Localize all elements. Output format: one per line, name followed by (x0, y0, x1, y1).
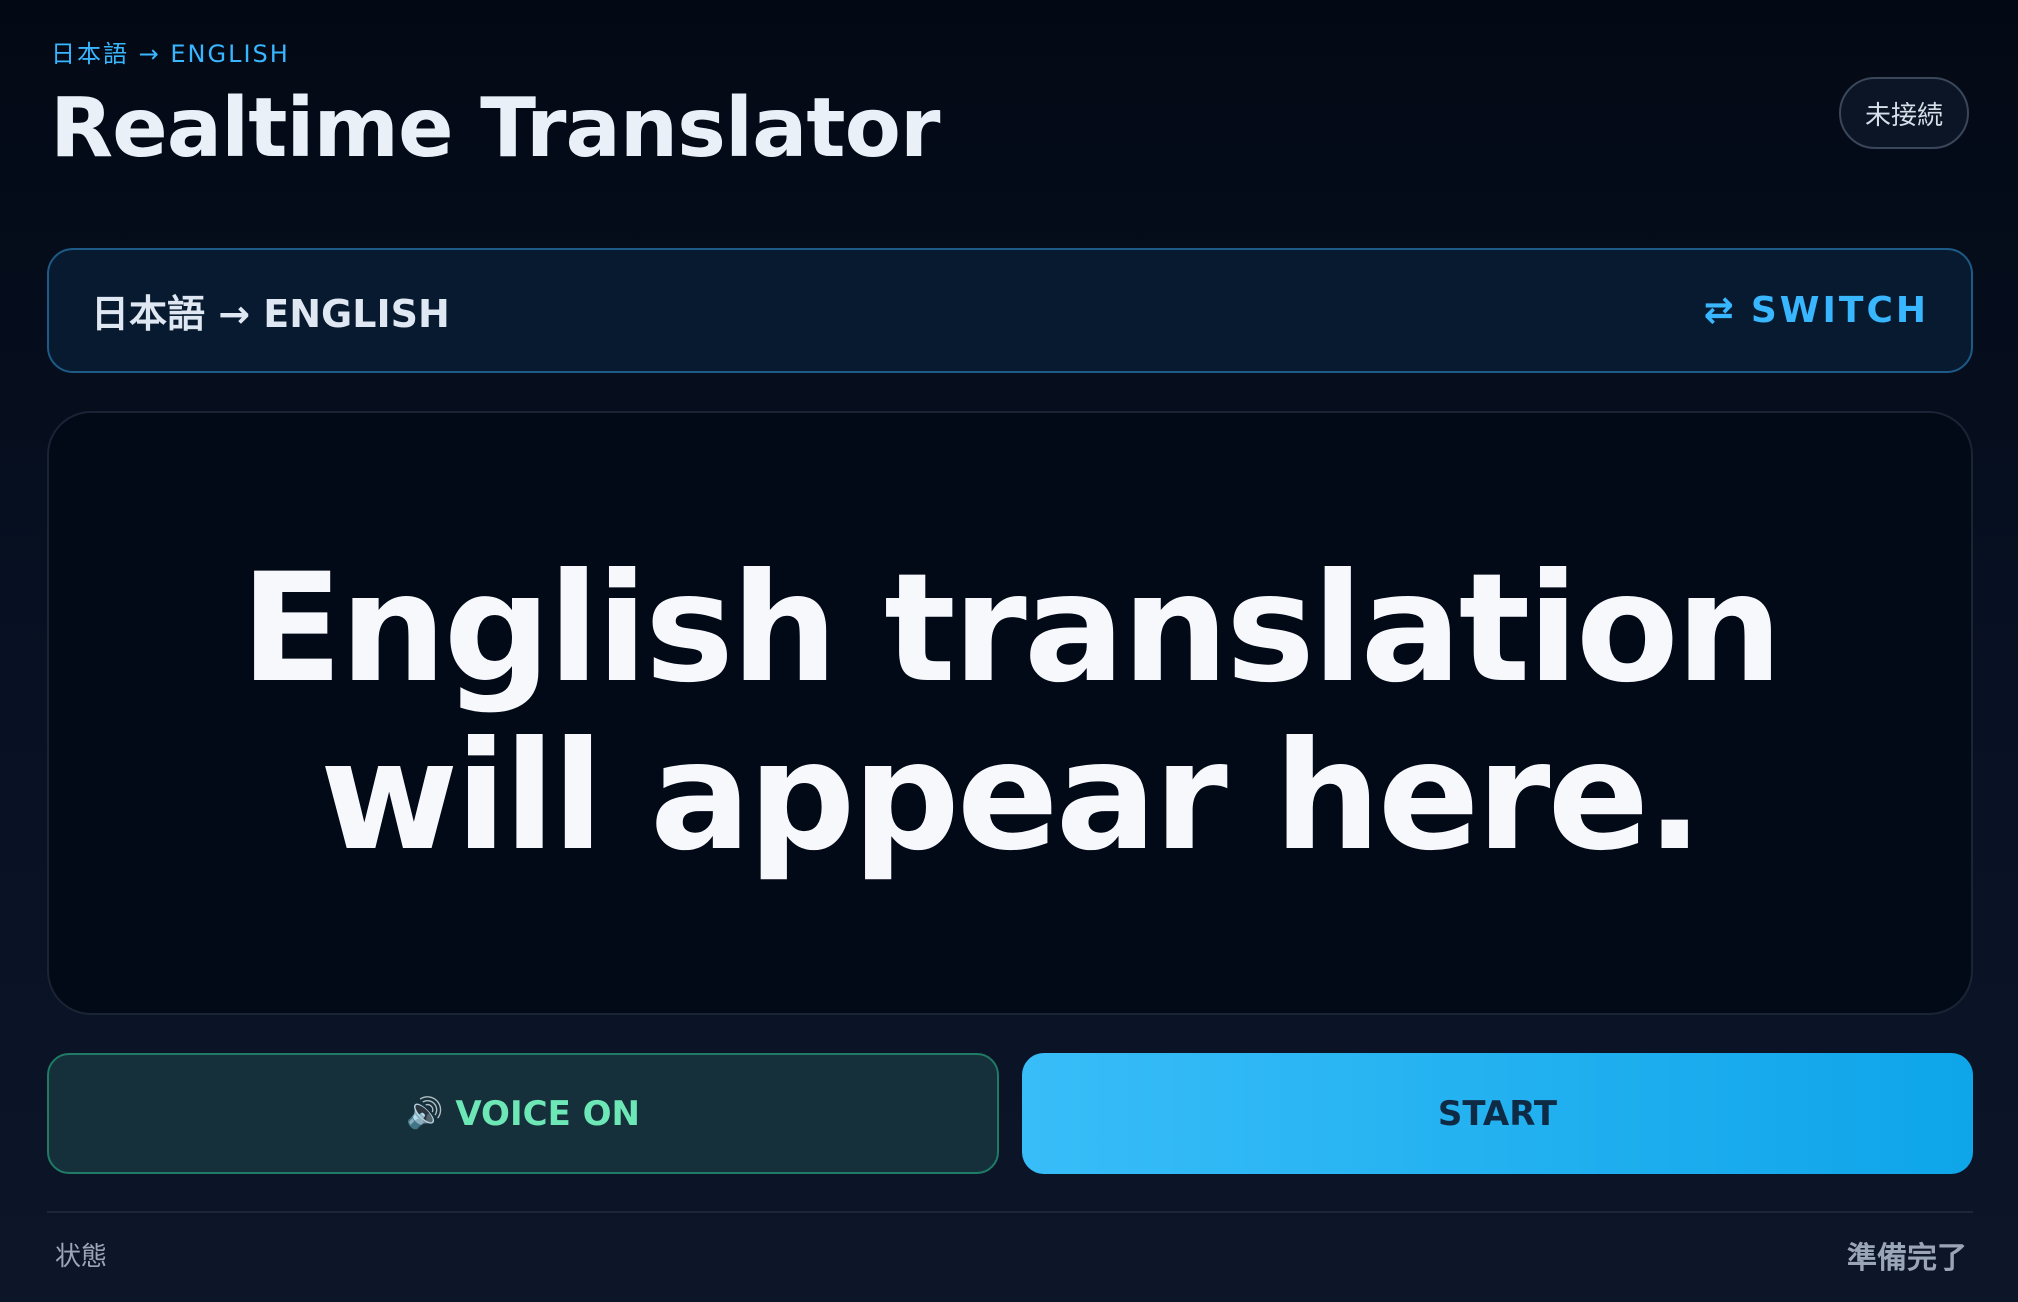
language-pair-bar: 日本語 → ENGLISH ⇄ SWITCH (47, 248, 1973, 373)
switch-label: SWITCH (1750, 290, 1929, 331)
language-direction-label: 日本語 → ENGLISH (51, 40, 290, 68)
translation-output-panel: English translation will appear here. (47, 411, 1973, 1015)
translation-output-text: English translation will appear here. (240, 542, 1782, 884)
switch-language-button[interactable]: ⇄ SWITCH (1704, 290, 1929, 331)
page-title: Realtime Translator (50, 81, 940, 176)
connection-status-badge: 未接続 (1839, 77, 1969, 149)
voice-toggle-button[interactable]: 🔊 VOICE ON (47, 1053, 999, 1174)
status-label: 状態 (55, 1242, 108, 1272)
start-button[interactable]: START (1022, 1053, 1973, 1174)
app-root: 日本語 → ENGLISH Realtime Translator 未接続 日本… (47, 0, 1973, 1302)
language-pair-label: 日本語 → ENGLISH (91, 292, 450, 336)
footer-divider (47, 1211, 1973, 1213)
speaker-icon: 🔊 (405, 1096, 444, 1131)
swap-arrows-icon: ⇄ (1703, 289, 1737, 331)
status-value: 準備完了 (1847, 1241, 1967, 1276)
voice-label: VOICE ON (455, 1093, 640, 1134)
